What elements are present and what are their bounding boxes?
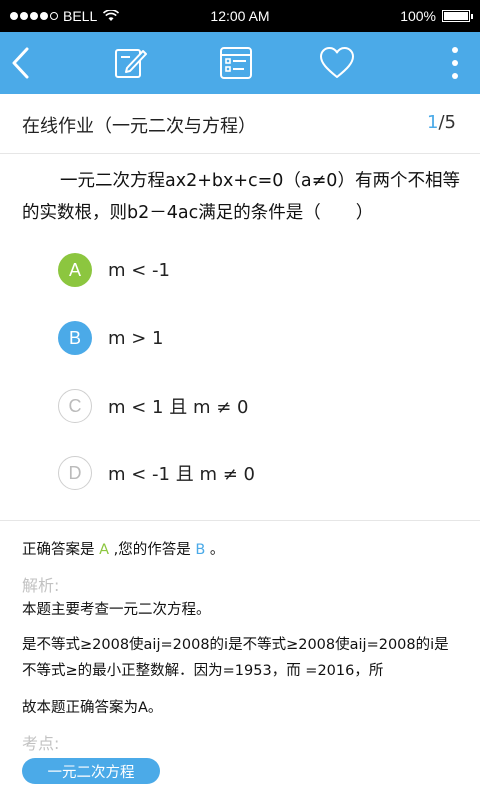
option-b[interactable]: B m > 1 [58,321,164,355]
knowledge-tag[interactable]: 一元二次方程 [22,758,160,784]
option-text: m < -1 且 m ≠ 0 [108,464,255,485]
answer-prefix: 正确答案是 [22,542,95,558]
toolbar [0,32,480,94]
current-question-number: 1 [427,112,439,133]
analysis-line-3: 故本题正确答案为A。 [22,700,163,716]
analysis-line-1: 本题主要考查一元二次方程。 [22,602,211,618]
question-text: 一元二次方程ax2+bx+c=0（a≠0）有两个不相等的实数根，则b2－4ac满… [22,171,460,223]
favorite-button[interactable] [316,32,358,94]
option-text: m > 1 [108,327,164,349]
option-text: m < 1 且 m ≠ 0 [108,397,249,418]
option-letter: C [58,389,92,423]
answer-middle: ,您的作答是 [113,542,191,558]
knowledge-label: 考点: [22,734,60,753]
answer-suffix: 。 [209,542,225,558]
option-letter: A [58,253,92,287]
status-right: 100% [400,8,473,24]
analysis-label: 解析: [22,576,60,595]
section-divider [0,520,480,521]
correct-answer: A [99,542,110,558]
homework-title-bar: 在线作业（一元二次与方程） 1/5 [0,94,480,154]
list-sheet-icon [220,47,252,79]
analysis-line-2: 是不等式≥2008使aij=2008的i是不等式≥2008使aij=2008的i… [22,637,449,679]
more-vertical-icon [452,47,458,79]
edit-note-icon [115,49,147,78]
edit-button[interactable] [108,32,154,94]
more-button[interactable] [440,32,470,94]
question-counter: 1/5 [427,112,456,133]
battery-percent: 100% [400,8,436,24]
battery-fill [444,12,468,20]
back-button[interactable] [0,32,40,94]
option-a[interactable]: A m < -1 [58,253,170,287]
page-title: 在线作业（一元二次与方程） [22,116,256,137]
answer-sheet-button[interactable] [214,32,258,94]
answer-summary: 正确答案是 A ,您的作答是 B 。 [22,538,224,559]
option-letter: D [58,456,92,490]
back-chevron-icon [12,47,29,79]
option-letter: B [58,321,92,355]
status-bar: BELL 12:00 AM 100% [0,0,480,32]
total-questions: /5 [438,112,456,133]
option-d[interactable]: D m < -1 且 m ≠ 0 [58,456,255,490]
battery-icon [442,10,473,22]
option-c[interactable]: C m < 1 且 m ≠ 0 [58,389,248,423]
heart-icon [320,47,354,78]
option-text: m < -1 [108,259,171,281]
my-answer: B [195,542,206,558]
